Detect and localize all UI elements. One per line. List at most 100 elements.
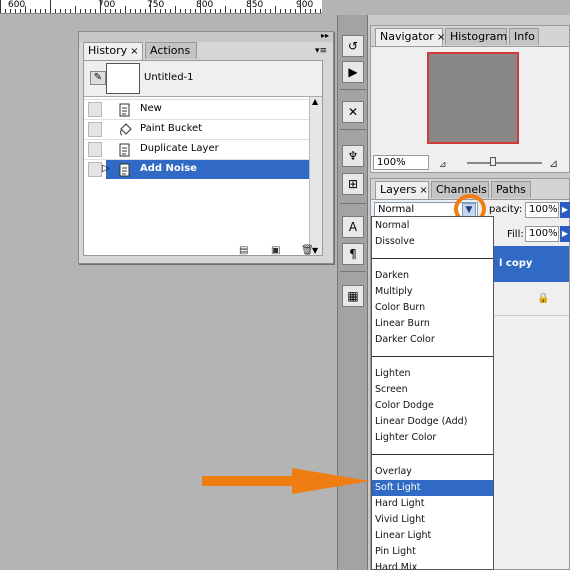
history-item[interactable]: New bbox=[84, 99, 322, 118]
annotation-arrow bbox=[202, 468, 370, 494]
navigator-pane: Navigator × Histogram Info 100% ⊿ ⊿ bbox=[370, 25, 570, 173]
layer-comps-icon[interactable]: ▦ bbox=[342, 285, 364, 307]
blend-mode-option-screen[interactable]: Screen bbox=[372, 382, 493, 398]
blend-mode-option-linear-light[interactable]: Linear Light bbox=[372, 528, 493, 544]
camera-snapshot-icon[interactable]: ▣ bbox=[271, 245, 280, 256]
snapshot-row[interactable]: ✎ Untitled-1 bbox=[84, 61, 322, 97]
panel-menu-icon[interactable]: ▾≡ bbox=[315, 46, 327, 56]
blend-mode-option-darken[interactable]: Darken bbox=[372, 268, 493, 284]
tab-label: Layers bbox=[380, 183, 417, 196]
ruler-tick bbox=[175, 6, 176, 13]
ruler-tick bbox=[250, 0, 251, 13]
blend-mode-option-soft-light[interactable]: Soft Light bbox=[372, 480, 493, 496]
history-source-checkbox[interactable] bbox=[88, 102, 102, 117]
tab-layers[interactable]: Layers × bbox=[375, 181, 429, 199]
ruler-tick bbox=[155, 9, 156, 13]
blend-mode-option-color-burn[interactable]: Color Burn bbox=[372, 300, 493, 316]
ruler-tick bbox=[100, 0, 101, 13]
brush-presets-icon[interactable]: ♆ bbox=[342, 145, 364, 167]
tab-label: Channels bbox=[436, 183, 487, 196]
tab-channels[interactable]: Channels bbox=[431, 181, 489, 198]
history-list: ✎ Untitled-1 New Paint Bucket Duplicate … bbox=[83, 60, 323, 256]
blend-mode-option-linear-dodge-add[interactable]: Linear Dodge (Add) bbox=[372, 414, 493, 430]
ruler-tick bbox=[240, 9, 241, 13]
dock-divider bbox=[340, 271, 366, 272]
close-icon[interactable]: × bbox=[437, 32, 445, 43]
dock-divider bbox=[340, 129, 366, 130]
opacity-field[interactable]: 100% bbox=[525, 202, 559, 218]
blend-mode-option-color-dodge[interactable]: Color Dodge bbox=[372, 398, 493, 414]
zoom-in-icon[interactable]: ⊿ bbox=[549, 157, 558, 170]
ruler-tick bbox=[310, 9, 311, 13]
tab-histogram[interactable]: Histogram bbox=[445, 28, 507, 45]
blend-mode-option-normal[interactable]: Normal bbox=[372, 218, 493, 234]
ruler-tick bbox=[265, 9, 266, 13]
ruler-tick bbox=[70, 9, 71, 13]
blend-mode-option-lighter-color[interactable]: Lighter Color bbox=[372, 430, 493, 446]
zoom-field[interactable]: 100% bbox=[373, 155, 429, 170]
panel-titlebar[interactable]: ▸▸ bbox=[79, 31, 333, 42]
history-source-checkbox[interactable] bbox=[88, 162, 102, 177]
fill-slider-arrow-icon[interactable]: ▶ bbox=[560, 226, 570, 242]
close-icon[interactable]: × bbox=[419, 185, 427, 196]
history-source-checkbox[interactable] bbox=[88, 122, 102, 137]
navigator-preview[interactable] bbox=[427, 52, 519, 144]
history-item-label: New bbox=[140, 103, 162, 114]
blend-mode-option-lighten[interactable]: Lighten bbox=[372, 366, 493, 382]
zoom-slider-handle[interactable] bbox=[490, 157, 497, 166]
actions-play-icon[interactable]: ▶ bbox=[342, 61, 364, 83]
tab-info[interactable]: Info bbox=[509, 28, 539, 45]
tab-actions[interactable]: Actions bbox=[145, 42, 197, 59]
blend-mode-option-darker-color[interactable]: Darker Color bbox=[372, 332, 493, 348]
ruler-tick bbox=[280, 9, 281, 13]
history-footer: ▤ ▣ 🗑 bbox=[83, 245, 323, 259]
blend-mode-option-vivid-light[interactable]: Vivid Light bbox=[372, 512, 493, 528]
blend-mode-option-multiply[interactable]: Multiply bbox=[372, 284, 493, 300]
blend-mode-option-pin-light[interactable]: Pin Light bbox=[372, 544, 493, 560]
blend-mode-option-dissolve[interactable]: Dissolve bbox=[372, 234, 493, 250]
lock-icon: 🔒 bbox=[537, 293, 550, 304]
collapse-icon[interactable]: ▸▸ bbox=[321, 31, 329, 40]
trash-icon[interactable]: 🗑 bbox=[301, 245, 314, 256]
history-brush-source-icon[interactable]: ✎ bbox=[90, 71, 106, 85]
blend-mode-option-overlay[interactable]: Overlay bbox=[372, 464, 493, 480]
ruler-tick bbox=[255, 9, 256, 13]
ruler-tick bbox=[275, 6, 276, 13]
tab-navigator[interactable]: Navigator × bbox=[375, 28, 445, 46]
clone-source-icon[interactable]: ⊞ bbox=[342, 173, 364, 195]
ruler-tick bbox=[235, 9, 236, 13]
ruler-tick bbox=[185, 9, 186, 13]
ruler-tick bbox=[200, 0, 201, 13]
tab-label: History bbox=[88, 44, 128, 57]
scroll-up-icon[interactable]: ▲ bbox=[312, 97, 318, 106]
ruler-tick bbox=[0, 0, 1, 13]
ruler-tick bbox=[105, 9, 106, 13]
character-icon[interactable]: A bbox=[342, 216, 364, 238]
paragraph-icon[interactable]: ¶ bbox=[342, 243, 364, 265]
history-brush-icon[interactable]: ↺ bbox=[342, 35, 364, 57]
opacity-slider-arrow-icon[interactable]: ▶ bbox=[560, 202, 570, 218]
tab-history[interactable]: History × bbox=[83, 42, 143, 60]
history-item-selected[interactable]: ▷ Add Noise bbox=[84, 159, 322, 179]
blend-mode-menu: Normal Dissolve Darken Multiply Color Burn Li… bbox=[371, 216, 494, 570]
dock-divider bbox=[340, 203, 366, 204]
tools-icon[interactable]: ✕ bbox=[342, 101, 364, 123]
tab-paths[interactable]: Paths bbox=[491, 181, 531, 198]
ruler-tick bbox=[95, 9, 96, 13]
blend-mode-option-hard-mix[interactable]: Hard Mix bbox=[372, 560, 493, 569]
zoom-out-icon[interactable]: ⊿ bbox=[439, 160, 447, 170]
document-icon bbox=[119, 143, 130, 157]
history-scrollbar[interactable]: ▲ ▼ bbox=[309, 97, 322, 255]
blend-mode-option-hard-light[interactable]: Hard Light bbox=[372, 496, 493, 512]
history-item[interactable]: Paint Bucket bbox=[84, 119, 322, 138]
history-item[interactable]: Duplicate Layer bbox=[84, 139, 322, 158]
snapshot-label: Untitled-1 bbox=[144, 72, 194, 83]
history-source-checkbox[interactable] bbox=[88, 142, 102, 157]
navigator-content: 100% ⊿ ⊿ bbox=[371, 46, 569, 172]
dock-divider bbox=[340, 89, 366, 90]
close-icon[interactable]: × bbox=[130, 46, 138, 57]
fill-field[interactable]: 100% bbox=[525, 226, 559, 242]
blend-mode-option-linear-burn[interactable]: Linear Burn bbox=[372, 316, 493, 332]
zoom-slider[interactable] bbox=[467, 162, 542, 164]
new-document-from-state-icon[interactable]: ▤ bbox=[239, 245, 248, 256]
